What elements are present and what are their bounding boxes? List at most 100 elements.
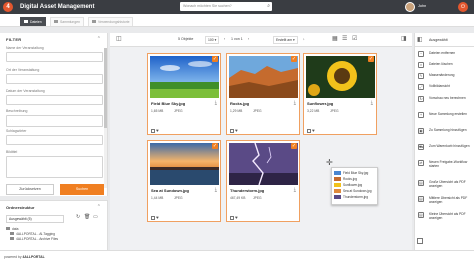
prev-page-button[interactable]: ‹ <box>224 37 225 41</box>
sort-direction-button[interactable]: ↓ <box>303 37 305 41</box>
next-page-button[interactable]: › <box>248 37 249 41</box>
toggle-panel-icon[interactable]: ◫ <box>116 35 122 42</box>
asset-card[interactable]: ✓ Thunderstorm.jpg ⤓ 467,49 KB JPEG ♥ <box>226 140 300 222</box>
asset-format: JPEG <box>253 196 262 200</box>
checkbox-checked[interactable]: ✓ <box>212 56 218 62</box>
user-avatar[interactable] <box>405 2 415 12</box>
checkbox-checked[interactable]: ✓ <box>291 143 297 149</box>
chevron-up-icon[interactable]: ⌃ <box>97 204 101 210</box>
asset-name[interactable]: Sunflower.jpg <box>307 101 333 106</box>
checkbox-checked[interactable]: ✓ <box>291 56 297 62</box>
asset-thumbnail[interactable] <box>229 143 298 185</box>
pdf-icon: ▤ <box>418 180 424 186</box>
collection-add-icon: + <box>418 112 424 118</box>
download-icon[interactable]: ⤓ <box>215 100 217 106</box>
image-icon <box>24 20 28 24</box>
global-search-input[interactable]: Wonach möchten Sie suchen? ⌕ <box>180 2 272 11</box>
heart-icon[interactable]: ♥ <box>235 128 239 133</box>
asset-card[interactable]: ✓ Rocks.jpg ⤓ 1,29 MB JPEG ♥ <box>226 53 300 135</box>
tree-item[interactable]: 4ALLPORTAL - Archive Files <box>10 237 58 241</box>
asset-card[interactable]: ✓ Field Blue Sky.jpg ⤓ 1,65 MB JPEG ♥ <box>147 53 221 135</box>
field-label-event-location: Ort der Veranstaltung <box>6 68 40 72</box>
asset-grid-area: ◫ 5 Objekte 100 ▾ ‹ 1 von 1 › Erstellt a… <box>110 33 412 250</box>
asset-card[interactable]: ✓ Sunflower.jpg ⤓ 3,22 MB JPEG ♥ <box>303 53 377 135</box>
heart-icon[interactable]: ♥ <box>156 128 160 133</box>
footer: powered by 4ALLPORTAL <box>0 250 474 262</box>
download-icon[interactable]: ⤓ <box>294 187 296 193</box>
power-icon[interactable]: ⏻ <box>458 2 468 12</box>
delete-icon: × <box>418 62 424 68</box>
drag-preview-list: Field Blue Sky.jpg Rocks.jpg Sunflower.j… <box>331 167 378 205</box>
download-icon[interactable]: ⤓ <box>294 100 296 106</box>
asset-status-icons: ♥ <box>307 128 316 133</box>
toggle-actions-icon[interactable]: ◨ <box>401 35 407 42</box>
thunderstorm-thumbnail <box>229 143 298 185</box>
list-view-icon[interactable]: ☰ <box>342 35 347 42</box>
image-icon <box>334 188 341 193</box>
info-icon[interactable] <box>230 128 234 133</box>
folder-icon <box>6 227 10 231</box>
collection-icon: ▣ <box>418 128 424 134</box>
panel-toggle-icon[interactable]: ◧ <box>417 36 423 43</box>
asset-name[interactable]: Sea at Sundown.jpg <box>151 188 189 193</box>
sunflower-thumbnail <box>306 56 375 98</box>
tree-item[interactable]: 4ALLPORTAL - AI-Tagging <box>10 232 55 236</box>
asset-name[interactable]: Rocks.jpg <box>230 101 249 106</box>
refresh-icon[interactable]: ↻ <box>76 214 80 220</box>
app-logo[interactable]: 4 <box>3 2 13 12</box>
asset-thumbnail[interactable] <box>306 56 375 98</box>
select-all-icon[interactable]: ☑ <box>352 35 357 42</box>
keywords-field[interactable] <box>6 135 103 145</box>
info-icon[interactable] <box>230 215 234 220</box>
tree-item[interactable]: data <box>6 227 18 231</box>
field-label-image-title: Bildtitel <box>6 150 18 154</box>
checkbox-checked[interactable]: ✓ <box>368 56 374 62</box>
sidebar-collapse-icon[interactable] <box>417 238 423 244</box>
tab-sammlungen[interactable]: Sammlungen <box>50 17 84 26</box>
scrollbar-thumb[interactable] <box>104 48 107 128</box>
event-location-field[interactable] <box>6 74 103 84</box>
tab-dateien[interactable]: Dateien <box>20 17 46 26</box>
checkbox-checked[interactable]: ✓ <box>212 143 218 149</box>
image-title-field[interactable] <box>6 156 103 178</box>
chevron-up-icon[interactable]: ⌃ <box>97 36 101 42</box>
asset-status-icons: ♥ <box>230 215 239 220</box>
folder-filter-select[interactable]: Ausgewählt (5) <box>6 215 64 223</box>
edit-icon: ✎ <box>418 73 424 79</box>
event-date-field[interactable] <box>6 95 103 105</box>
info-icon[interactable] <box>151 128 155 133</box>
tab-verwendungshistorie[interactable]: Verwendungshistorie <box>88 17 134 26</box>
heart-icon[interactable]: ♥ <box>156 215 160 220</box>
asset-thumbnail[interactable] <box>229 56 298 98</box>
add-folder-icon[interactable]: ▭ <box>93 214 98 220</box>
download-icon[interactable]: ⤓ <box>215 187 217 193</box>
asset-thumbnail[interactable] <box>150 143 219 185</box>
download-icon[interactable]: ⤓ <box>371 100 373 106</box>
asset-name[interactable]: Field Blue Sky.jpg <box>151 101 185 106</box>
description-field[interactable] <box>6 115 103 127</box>
search-button[interactable]: Suchen <box>60 184 104 195</box>
footer-brand[interactable]: 4ALLPORTAL <box>22 255 44 259</box>
sea-thumbnail <box>150 143 219 185</box>
reset-button[interactable]: Zurücksetzen <box>6 184 54 195</box>
field-label-event-date: Datum der Veranstaltung <box>6 89 45 93</box>
event-name-field[interactable] <box>6 52 103 62</box>
user-name[interactable]: John <box>418 4 426 8</box>
filter-scrollbar[interactable] <box>104 48 107 188</box>
actions-header: ◧ Ausgewählt <box>415 33 474 47</box>
asset-thumbnail[interactable] <box>150 56 219 98</box>
asset-format: JPEG <box>330 109 339 113</box>
info-icon[interactable] <box>151 215 155 220</box>
search-icon[interactable]: ⌕ <box>267 2 270 11</box>
info-icon[interactable] <box>307 128 311 133</box>
asset-name[interactable]: Thunderstorm.jpg <box>230 188 264 193</box>
grid-view-icon[interactable]: ▦ <box>332 35 338 42</box>
page-size-select[interactable]: 100 ▾ <box>205 36 220 44</box>
field-thumbnail <box>150 56 219 98</box>
heart-icon[interactable]: ♥ <box>312 128 316 133</box>
delete-icon[interactable]: 🗑 <box>84 214 90 220</box>
image-icon <box>334 182 341 187</box>
asset-card[interactable]: ✓ Sea at Sundown.jpg ⤓ 1,44 MB JPEG ♥ <box>147 140 221 222</box>
sort-select[interactable]: Erstellt am ▾ <box>273 36 298 44</box>
heart-icon[interactable]: ♥ <box>235 215 239 220</box>
